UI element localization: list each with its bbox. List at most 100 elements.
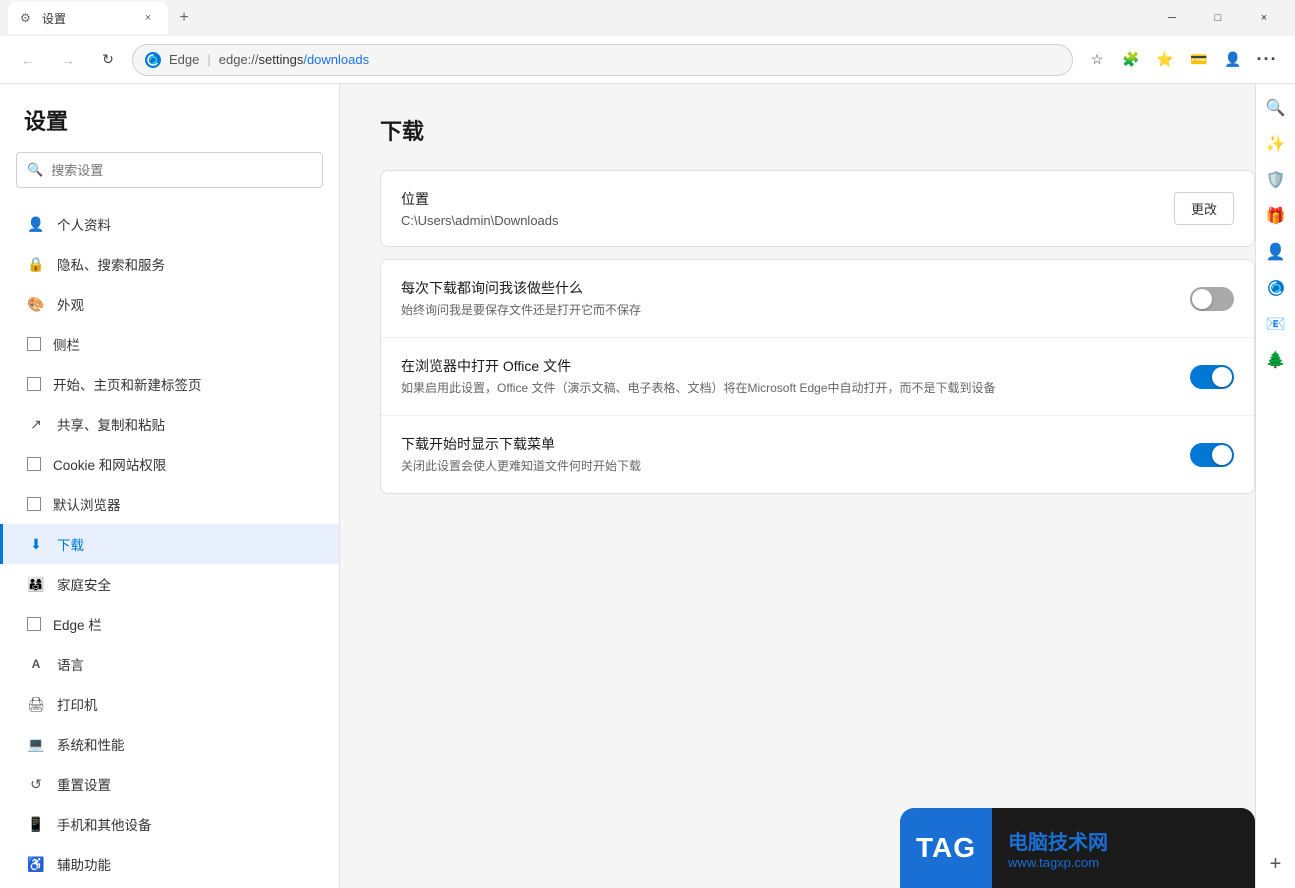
- options-card: 每次下载都询问我该做些什么 始终询问我是要保存文件还是打开它而不保存 在浏览器中…: [380, 259, 1255, 494]
- ask-download-desc: 始终询问我是要保存文件还是打开它而不保存: [401, 301, 1170, 319]
- nav-item-cookies[interactable]: Cookie 和网站权限: [0, 444, 339, 484]
- start-nav-icon: [27, 377, 41, 391]
- appearance-nav-icon: 🎨: [27, 295, 45, 313]
- sidebar-games-btn[interactable]: 🎁: [1260, 200, 1292, 232]
- watermark-site: 电脑技术网: [1008, 826, 1239, 855]
- nav-item-start[interactable]: 开始、主页和新建标签页: [0, 364, 339, 404]
- mobile-nav-icon: 📱: [27, 815, 45, 833]
- nav-item-downloads[interactable]: ⬇ 下载: [0, 524, 339, 564]
- sidebar-edge-btn[interactable]: [1260, 272, 1292, 304]
- content-area: 下载 位置 C:\Users\admin\Downloads 更改 每次下载都询…: [340, 84, 1295, 888]
- show-menu-row: 下载开始时显示下载菜单 关闭此设置会使人更难知道文件何时开始下载: [381, 416, 1254, 493]
- close-button[interactable]: ×: [1241, 0, 1287, 36]
- back-button[interactable]: ←: [12, 44, 44, 76]
- share-nav-icon: ↗: [27, 415, 45, 433]
- watermark: TAG 电脑技术网 www.tagxp.com: [900, 808, 1255, 888]
- start-nav-label: 开始、主页和新建标签页: [53, 374, 202, 394]
- sidebar-search-btn[interactable]: 🔍: [1260, 92, 1292, 124]
- wallet-icon[interactable]: 💳: [1183, 44, 1215, 76]
- tab-settings-label: 设置: [42, 10, 66, 27]
- navbar-right-icons: ☆ 🧩 ⭐ 💳 👤 ···: [1081, 44, 1283, 76]
- watermark-right: 电脑技术网 www.tagxp.com: [992, 808, 1255, 888]
- edgebar-nav-label: Edge 栏: [53, 614, 102, 634]
- sidebar-add-btn[interactable]: +: [1260, 848, 1292, 880]
- search-input[interactable]: [51, 163, 312, 178]
- show-menu-knob: [1212, 445, 1232, 465]
- sidebar-user-btn[interactable]: 👤: [1260, 236, 1292, 268]
- nav-item-share[interactable]: ↗ 共享、复制和粘贴: [0, 404, 339, 444]
- nav-item-about[interactable]: 关于 Microsoft Edge: [0, 884, 339, 888]
- profile-nav-icon: 👤: [27, 215, 45, 233]
- nav-item-default[interactable]: 默认浏览器: [0, 484, 339, 524]
- cookies-nav-label: Cookie 和网站权限: [53, 454, 166, 474]
- sidebar-tree-btn[interactable]: 🌲: [1260, 344, 1292, 376]
- print-nav-label: 打印机: [57, 694, 98, 714]
- nav-item-sidebar[interactable]: 侧栏: [0, 324, 339, 364]
- open-office-info: 在浏览器中打开 Office 文件 如果启用此设置，Office 文件（演示文稿…: [401, 356, 1170, 397]
- downloads-nav-icon: ⬇: [27, 535, 45, 553]
- location-label: 位置: [401, 189, 1154, 209]
- nav-item-system[interactable]: 💻 系统和性能: [0, 724, 339, 764]
- open-office-row: 在浏览器中打开 Office 文件 如果启用此设置，Office 文件（演示文稿…: [381, 338, 1254, 416]
- sidebar-collections-btn[interactable]: 🛡️: [1260, 164, 1292, 196]
- address-bar[interactable]: Edge | edge://settings/downloads: [132, 44, 1073, 76]
- nav-item-accessibility[interactable]: ♿ 辅助功能: [0, 844, 339, 884]
- ask-download-knob: [1192, 289, 1212, 309]
- show-menu-label: 下载开始时显示下载菜单: [401, 434, 1170, 454]
- open-office-toggle[interactable]: [1190, 365, 1234, 389]
- location-row: 位置 C:\Users\admin\Downloads 更改: [381, 171, 1254, 246]
- show-menu-toggle[interactable]: [1190, 443, 1234, 467]
- nav-item-family[interactable]: 👨‍👩‍👧 家庭安全: [0, 564, 339, 604]
- cookies-nav-icon: [27, 457, 41, 471]
- settings-title: 设置: [0, 104, 339, 152]
- maximize-button[interactable]: □: [1195, 0, 1241, 36]
- new-tab-button[interactable]: +: [170, 4, 198, 32]
- appearance-nav-label: 外观: [57, 294, 84, 314]
- system-nav-label: 系统和性能: [57, 734, 125, 754]
- nav-item-privacy[interactable]: 🔒 隐私、搜索和服务: [0, 244, 339, 284]
- nav-item-mobile[interactable]: 📱 手机和其他设备: [0, 804, 339, 844]
- collections-icon[interactable]: ⭐: [1149, 44, 1181, 76]
- location-info: 位置 C:\Users\admin\Downloads: [401, 189, 1154, 228]
- extensions-icon[interactable]: 🧩: [1115, 44, 1147, 76]
- sidebar-nav-label: 侧栏: [53, 334, 80, 354]
- profile-icon[interactable]: 👤: [1217, 44, 1249, 76]
- nav-item-appearance[interactable]: 🎨 外观: [0, 284, 339, 324]
- nav-item-edgebar[interactable]: Edge 栏: [0, 604, 339, 644]
- search-icon: 🔍: [27, 162, 43, 178]
- minimize-button[interactable]: ─: [1149, 0, 1195, 36]
- sidebar-outlook-btn[interactable]: 📧: [1260, 308, 1292, 340]
- nav-item-language[interactable]: A 语言: [0, 644, 339, 684]
- address-separator: |: [207, 52, 210, 67]
- menu-button[interactable]: ···: [1251, 44, 1283, 76]
- language-nav-icon: A: [27, 655, 45, 673]
- search-box[interactable]: 🔍: [16, 152, 323, 188]
- mobile-nav-label: 手机和其他设备: [57, 814, 152, 834]
- ask-download-toggle[interactable]: [1190, 287, 1234, 311]
- sidebar-copilot-btn[interactable]: ✨: [1260, 128, 1292, 160]
- nav-item-reset[interactable]: ↺ 重置设置: [0, 764, 339, 804]
- favorites-icon[interactable]: ☆: [1081, 44, 1113, 76]
- open-office-desc: 如果启用此设置，Office 文件（演示文稿、电子表格、文档）将在Microso…: [401, 379, 1170, 397]
- active-tab[interactable]: ⚙ 设置 ×: [8, 2, 168, 34]
- reset-nav-icon: ↺: [27, 775, 45, 793]
- tab-settings-icon: ⚙: [20, 11, 34, 25]
- navbar: ← → ↻ Edge | edge://settings/downloads ☆…: [0, 36, 1295, 84]
- open-office-toggle-control: [1190, 365, 1234, 389]
- nav-item-profile[interactable]: 👤 个人资料: [0, 204, 339, 244]
- edge-logo-icon: [145, 52, 161, 68]
- tab-close-button[interactable]: ×: [140, 10, 156, 26]
- watermark-url: www.tagxp.com: [1008, 855, 1239, 870]
- change-location-button[interactable]: 更改: [1174, 192, 1234, 225]
- edgebar-nav-icon: [27, 617, 41, 631]
- refresh-button[interactable]: ↻: [92, 44, 124, 76]
- system-nav-icon: 💻: [27, 735, 45, 753]
- url-suffix: /downloads: [303, 52, 369, 67]
- language-nav-label: 语言: [57, 654, 84, 674]
- nav-item-print[interactable]: 🖨 打印机: [0, 684, 339, 724]
- accessibility-nav-label: 辅助功能: [57, 854, 111, 874]
- titlebar: ⚙ 设置 × + ─ □ ×: [0, 0, 1295, 36]
- tab-group: ⚙ 设置 × +: [8, 2, 198, 34]
- location-value: C:\Users\admin\Downloads: [401, 213, 1154, 228]
- address-url: edge://settings/downloads: [219, 52, 369, 67]
